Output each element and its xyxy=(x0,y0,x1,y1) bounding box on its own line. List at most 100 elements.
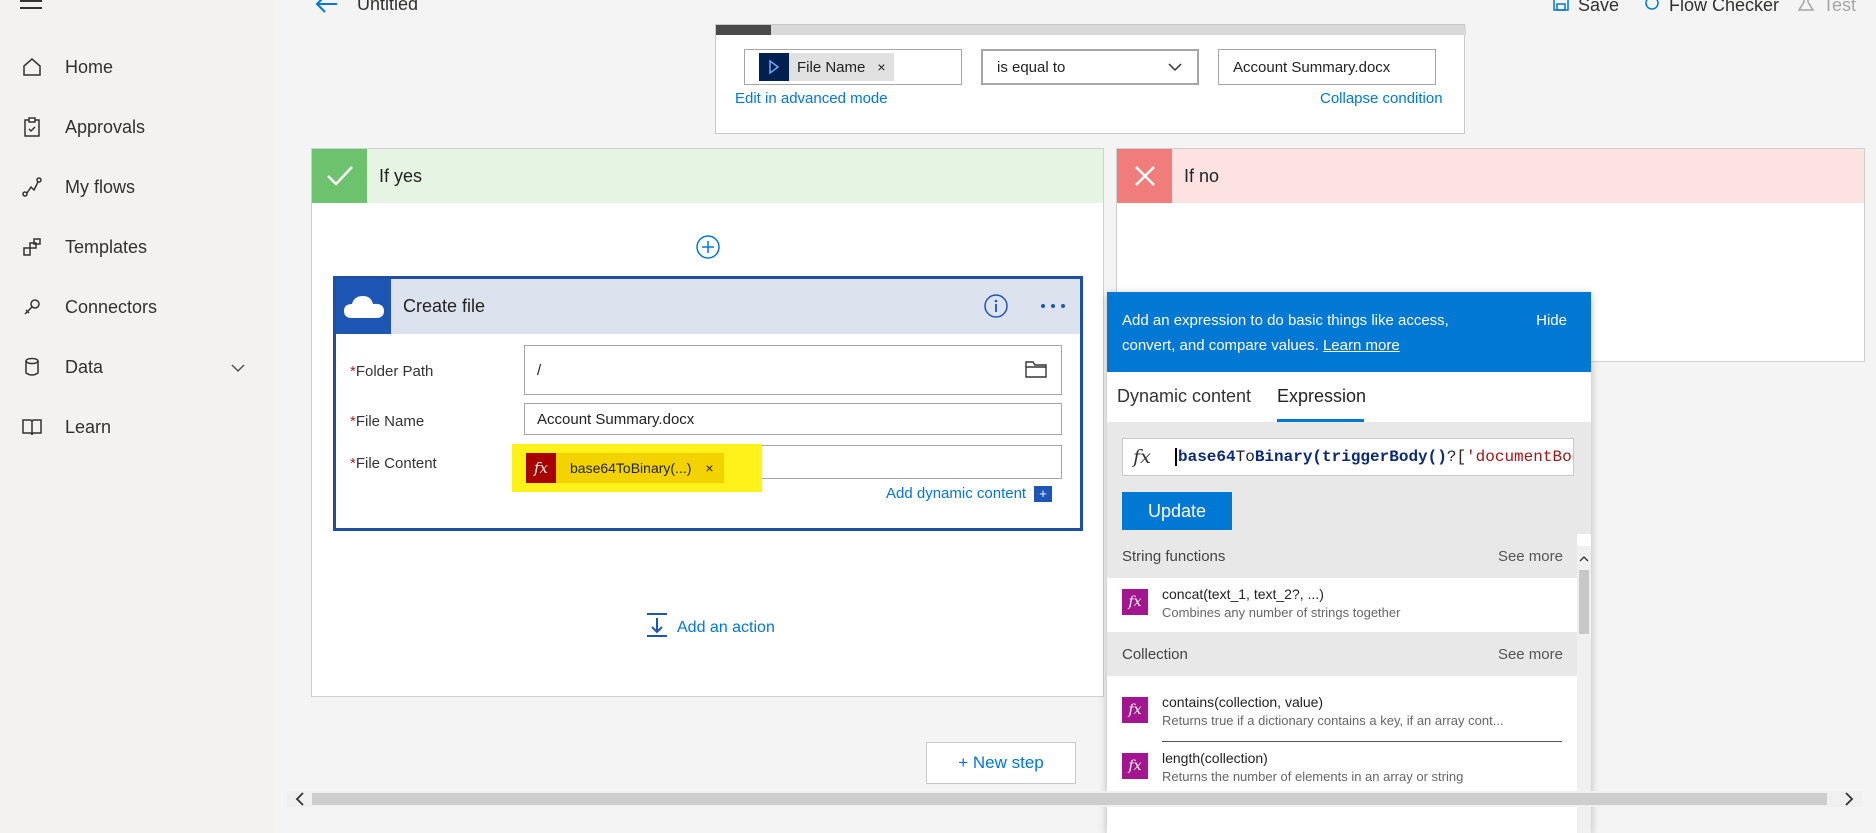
flow-title[interactable]: Untitled xyxy=(357,0,418,15)
save-icon xyxy=(1552,0,1570,17)
nav-label: Learn xyxy=(65,416,112,437)
add-action-label: Add an action xyxy=(677,618,775,636)
if-yes-header[interactable]: If yes xyxy=(312,149,1103,203)
edit-advanced-mode-link[interactable]: Edit in advanced mode xyxy=(735,90,888,107)
approvals-icon xyxy=(20,115,44,139)
horizontal-scrollbar[interactable] xyxy=(287,791,1862,807)
nav-item-templates[interactable]: Templates xyxy=(0,227,275,267)
nav-item-approvals[interactable]: Approvals xyxy=(0,107,275,147)
nav-item-my-flows[interactable]: My flows xyxy=(0,167,275,207)
function-description: Combines any number of strings together xyxy=(1162,605,1401,620)
test-label: Test xyxy=(1823,0,1857,15)
function-description: Returns the number of elements in an arr… xyxy=(1162,769,1464,784)
function-name: contains(collection, value) xyxy=(1162,694,1324,710)
dynamics-icon xyxy=(759,53,789,81)
back-arrow-icon[interactable] xyxy=(315,0,339,19)
beaker-icon xyxy=(1797,0,1815,17)
onedrive-cloud-icon xyxy=(336,279,391,334)
highlighted-expression-token: fx base64ToBinary(...) × xyxy=(512,444,762,492)
condition-value-input[interactable]: Account Summary.docx xyxy=(1218,49,1436,85)
create-file-header[interactable]: Create file xyxy=(336,279,1080,334)
tab-expression[interactable]: Expression xyxy=(1277,386,1366,407)
checkmark-icon xyxy=(312,149,367,203)
folder-path-input[interactable]: / xyxy=(524,345,1062,395)
info-icon[interactable] xyxy=(983,293,1009,324)
new-step-button[interactable]: + New step xyxy=(926,742,1076,784)
home-icon xyxy=(20,55,44,79)
nav-label: Home xyxy=(65,56,114,77)
file-name-input[interactable]: Account Summary.docx xyxy=(524,403,1062,435)
nav-item-home[interactable]: Home xyxy=(0,47,275,87)
add-action-button[interactable]: Add an action xyxy=(645,612,775,643)
section-title: Collection xyxy=(1122,645,1188,663)
file-name-label: *File Name xyxy=(350,413,425,430)
learn-more-link[interactable]: Learn more xyxy=(1323,337,1400,354)
data-icon xyxy=(20,355,44,379)
expression-token[interactable]: fx base64ToBinary(...) × xyxy=(526,453,724,483)
fx-icon: fx xyxy=(1122,753,1148,779)
folder-browse-icon[interactable] xyxy=(1025,359,1047,383)
remove-token-icon[interactable]: × xyxy=(705,460,713,476)
nav-item-learn[interactable]: Learn xyxy=(0,407,275,447)
nav-item-data[interactable]: Data xyxy=(0,347,275,387)
file-name-value: Account Summary.docx xyxy=(537,410,695,428)
function-description: Returns true if a dictionary contains a … xyxy=(1162,713,1504,728)
see-more-link[interactable]: See more xyxy=(1498,548,1563,565)
section-string-functions: String functions See more xyxy=(1107,534,1577,578)
function-item[interactable]: fx concat(text_1, text_2?, ...) Combines… xyxy=(1107,578,1577,630)
scroll-thumb[interactable] xyxy=(1579,570,1589,634)
chevron-down-icon[interactable] xyxy=(231,360,245,378)
learn-icon xyxy=(20,415,44,439)
scroll-right-icon[interactable] xyxy=(1844,792,1854,811)
dynamic-token-file-name[interactable]: File Name × xyxy=(759,53,894,81)
save-button[interactable]: Save xyxy=(1552,0,1619,17)
flow-checker-button[interactable]: Flow Checker xyxy=(1643,0,1779,17)
hide-panel-button[interactable]: Hide xyxy=(1536,312,1567,329)
chevron-down-icon xyxy=(1167,60,1183,77)
nav-item-connectors[interactable]: Connectors xyxy=(0,287,275,327)
function-item[interactable]: fx contains(collection, value) Returns t… xyxy=(1107,686,1577,742)
function-item[interactable]: fx length(collection) Returns the number… xyxy=(1107,742,1577,794)
scroll-left-icon[interactable] xyxy=(295,792,305,811)
remove-token-icon[interactable]: × xyxy=(877,59,885,75)
connectors-icon xyxy=(20,295,44,319)
close-icon xyxy=(1117,149,1172,203)
add-dynamic-content-button[interactable]: Add dynamic content + xyxy=(886,485,1053,502)
update-button[interactable]: Update xyxy=(1122,492,1232,530)
scroll-thumb[interactable] xyxy=(312,793,1827,805)
condition-header-strip xyxy=(716,25,1466,35)
fx-icon: fx xyxy=(1122,697,1148,723)
panel-scrollbar[interactable] xyxy=(1577,546,1591,833)
operator-value: is equal to xyxy=(997,58,1066,76)
folder-path-value: / xyxy=(537,361,542,379)
if-no-header[interactable]: If no xyxy=(1117,149,1864,203)
nav-label: Connectors xyxy=(65,296,158,317)
operator-select[interactable]: is equal to xyxy=(981,49,1199,85)
flows-icon xyxy=(20,175,44,199)
flow-canvas: File Name × is equal to Account Summary.… xyxy=(275,24,1876,791)
function-name: concat(text_1, text_2?, ...) xyxy=(1162,586,1324,602)
create-file-title: Create file xyxy=(403,296,486,316)
fx-icon: fx xyxy=(526,453,556,483)
banner-text: Add an expression to do basic things lik… xyxy=(1122,312,1449,354)
see-more-link[interactable]: See more xyxy=(1498,646,1563,663)
expression-code: base64ToBinary(triggerBody()?['documentB… xyxy=(1175,448,1573,466)
insert-step-plus-icon[interactable] xyxy=(695,234,721,265)
tab-dynamic-content[interactable]: Dynamic content xyxy=(1117,386,1251,407)
condition-value: Account Summary.docx xyxy=(1233,58,1391,76)
hamburger-menu-icon[interactable] xyxy=(20,0,42,16)
condition-left-operand[interactable]: File Name × xyxy=(744,49,962,85)
collapse-condition-link[interactable]: Collapse condition xyxy=(1320,90,1443,107)
save-label: Save xyxy=(1578,0,1620,15)
expression-banner: Add an expression to do basic things lik… xyxy=(1107,292,1591,372)
nav-label: Approvals xyxy=(65,116,146,137)
scroll-up-icon[interactable] xyxy=(1579,550,1589,568)
fx-icon: fx xyxy=(1133,446,1151,468)
create-file-card: Create file *Folder Path / *File Name Ac… xyxy=(333,276,1083,531)
section-title: String functions xyxy=(1122,547,1226,565)
if-no-title: If no xyxy=(1184,165,1220,186)
add-action-icon xyxy=(645,612,669,643)
more-options-icon[interactable] xyxy=(1039,293,1067,324)
expression-input[interactable]: fx base64ToBinary(triggerBody()?['docume… xyxy=(1122,438,1574,476)
test-button[interactable]: Test xyxy=(1797,0,1856,17)
